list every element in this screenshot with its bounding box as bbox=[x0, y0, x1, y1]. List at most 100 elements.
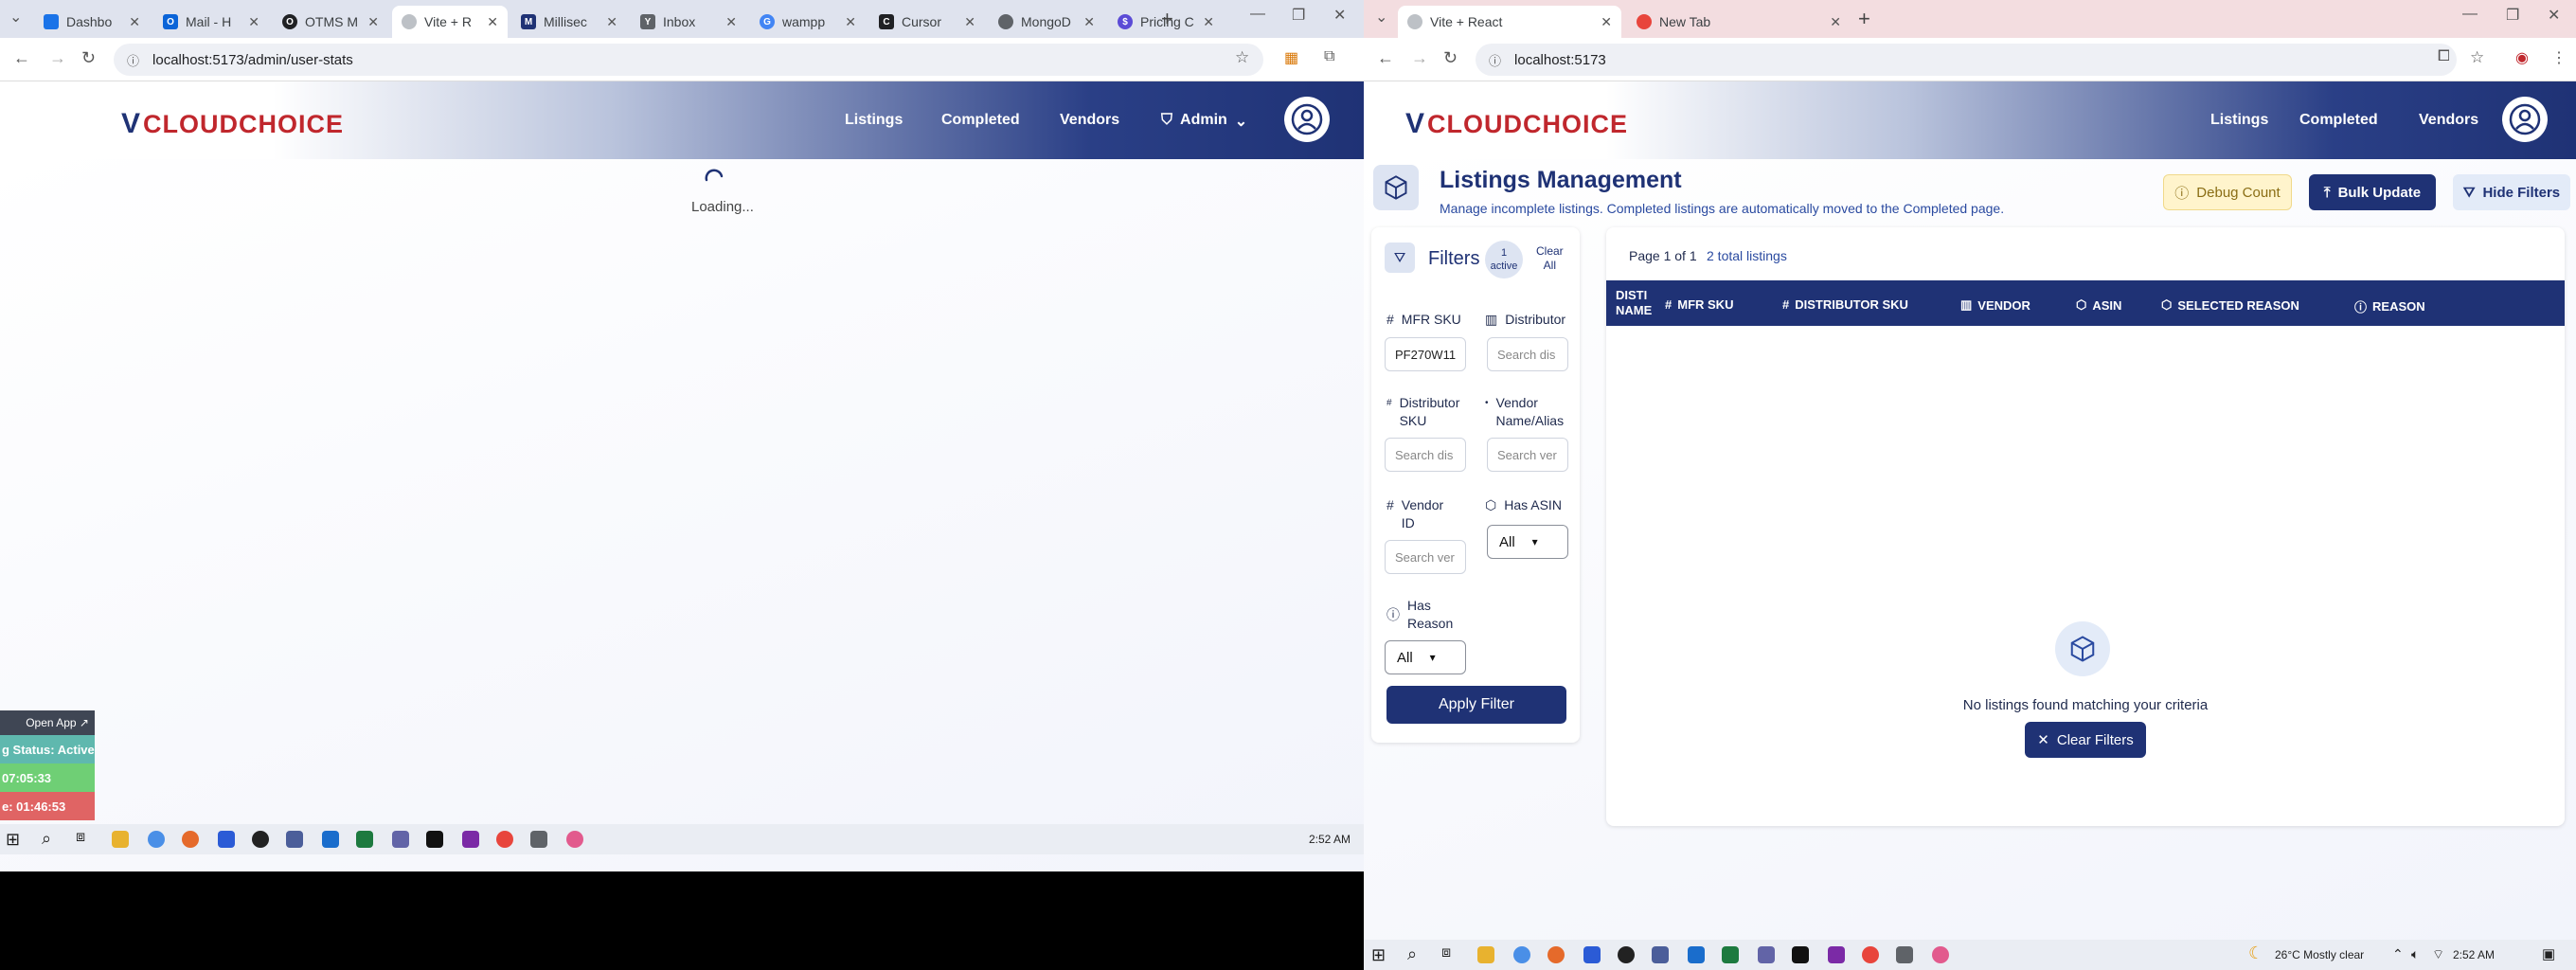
tab-otms[interactable]: O OTMS M ✕ bbox=[273, 6, 388, 38]
close-icon[interactable]: ✕ bbox=[606, 14, 617, 30]
cast-icon[interactable]: ⧠ bbox=[2438, 48, 2450, 65]
nav-completed[interactable]: Completed bbox=[2299, 112, 2378, 129]
close-icon[interactable]: ✕ bbox=[248, 14, 259, 30]
onenote-icon[interactable] bbox=[462, 831, 479, 848]
chrome-2-icon[interactable] bbox=[1862, 946, 1879, 963]
close-icon[interactable]: ✕ bbox=[129, 14, 140, 30]
file-explorer-icon[interactable] bbox=[1477, 946, 1494, 963]
has-asin-select[interactable]: All ▾ bbox=[1487, 525, 1568, 559]
extensions-icon[interactable]: ⧉ bbox=[1324, 48, 1334, 65]
app-blue-icon[interactable] bbox=[1583, 946, 1601, 963]
column-selected-reason[interactable]: ⬡ SELECTED REASON bbox=[2161, 297, 2299, 313]
chrome-icon[interactable] bbox=[148, 831, 165, 848]
app-orange-icon[interactable] bbox=[1547, 946, 1565, 963]
tab-vite-react[interactable]: Vite + React ✕ bbox=[1398, 6, 1621, 38]
url-bar[interactable]: ⓘ localhost:5173/admin/user-stats bbox=[114, 44, 1263, 76]
url-bar[interactable]: ⓘ localhost:5173 bbox=[1476, 44, 2457, 76]
nav-listings[interactable]: Listings bbox=[2210, 112, 2268, 129]
close-icon[interactable]: ✕ bbox=[1601, 14, 1612, 30]
close-icon[interactable]: ✕ bbox=[845, 14, 856, 30]
clear-filters-button[interactable]: ✕ Clear Filters bbox=[2025, 722, 2146, 758]
forward-icon[interactable]: → bbox=[49, 48, 66, 68]
tab-millisec[interactable]: M Millisec ✕ bbox=[511, 6, 627, 38]
column-vendor[interactable]: ▥ VENDOR bbox=[1960, 297, 2030, 313]
column-reason[interactable]: ⓘ REASON bbox=[2354, 297, 2425, 315]
calculator-icon[interactable] bbox=[530, 831, 547, 848]
teams-icon[interactable] bbox=[392, 831, 409, 848]
mfr-sku-input[interactable]: PF270W11 bbox=[1385, 337, 1466, 371]
tab-inbox[interactable]: Y Inbox ✕ bbox=[631, 6, 746, 38]
app-pink-icon[interactable] bbox=[566, 831, 583, 848]
file-explorer-icon[interactable] bbox=[112, 831, 129, 848]
restore-icon[interactable]: ❐ bbox=[1292, 6, 1305, 25]
tab-mongodb[interactable]: MongoD ✕ bbox=[989, 6, 1104, 38]
hide-filters-button[interactable]: ⛛ Hide Filters bbox=[2453, 174, 2570, 210]
app-blue-icon[interactable] bbox=[218, 831, 235, 848]
volume-icon[interactable]: 🔈︎ bbox=[2411, 946, 2419, 962]
extension-grid-icon[interactable]: ▦ bbox=[1284, 48, 1298, 67]
tray-chevron-icon[interactable]: ⌃ bbox=[2392, 946, 2404, 962]
tab-new-tab[interactable]: New Tab ✕ bbox=[1627, 6, 1851, 38]
nav-vendors[interactable]: Vendors bbox=[2419, 112, 2478, 129]
task-view-icon[interactable]: ⧈ bbox=[76, 829, 85, 846]
tab-search-icon[interactable]: ⌄ bbox=[9, 8, 22, 27]
chrome-2-icon[interactable] bbox=[496, 831, 513, 848]
task-view-icon[interactable]: ⧈ bbox=[1441, 944, 1451, 961]
minimize-icon[interactable]: — bbox=[2462, 6, 2478, 23]
notifications-icon[interactable]: ▣ bbox=[2542, 945, 2555, 962]
close-icon[interactable]: ✕ bbox=[964, 14, 975, 30]
nav-admin[interactable]: ⛉ Admin ⌄ bbox=[1161, 112, 1247, 131]
site-info-icon[interactable]: ⓘ bbox=[127, 51, 139, 69]
nav-completed[interactable]: Completed bbox=[941, 112, 1020, 129]
column-mfr-sku[interactable]: # MFR SKU bbox=[1665, 297, 1733, 312]
window-close-icon[interactable]: ✕ bbox=[2548, 6, 2560, 25]
cloudchoice-logo[interactable]: V CLOUDCHOICE bbox=[1405, 108, 1628, 140]
apply-filter-button[interactable]: Apply Filter bbox=[1386, 686, 1566, 724]
column-disti-name[interactable]: DISTI NAME bbox=[1616, 288, 1652, 318]
tab-search-icon[interactable]: ⌄ bbox=[1375, 8, 1387, 27]
app-slate-icon[interactable] bbox=[1652, 946, 1669, 963]
calculator-icon[interactable] bbox=[1896, 946, 1913, 963]
search-icon[interactable]: ⌕ bbox=[42, 829, 51, 849]
site-info-icon[interactable]: ⓘ bbox=[1489, 51, 1501, 69]
clear-all-button[interactable]: Clear All bbox=[1536, 244, 1564, 273]
app-slate-icon[interactable] bbox=[286, 831, 303, 848]
close-icon[interactable]: ✕ bbox=[487, 14, 498, 30]
excel-icon[interactable] bbox=[1722, 946, 1739, 963]
minimize-icon[interactable]: — bbox=[1250, 6, 1265, 23]
user-avatar[interactable] bbox=[1284, 97, 1330, 142]
tab-dashboard[interactable]: Dashbo ✕ bbox=[34, 6, 150, 38]
tab-mail[interactable]: O Mail - H ✕ bbox=[153, 6, 269, 38]
onenote-icon[interactable] bbox=[1828, 946, 1845, 963]
close-icon[interactable]: ✕ bbox=[725, 14, 737, 30]
vscode-icon[interactable] bbox=[322, 831, 339, 848]
restore-icon[interactable]: ❐ bbox=[2506, 6, 2519, 25]
new-tab-icon[interactable]: + bbox=[1161, 7, 1173, 31]
bulk-update-button[interactable]: ⤒ Bulk Update bbox=[2309, 174, 2436, 210]
search-icon[interactable]: ⌕ bbox=[1407, 944, 1417, 964]
vendor-name-input[interactable]: Search ver bbox=[1487, 438, 1568, 472]
column-asin[interactable]: ⬡ ASIN bbox=[2076, 297, 2121, 313]
tab-google[interactable]: Gwampp ✕ bbox=[750, 6, 866, 38]
chrome-icon[interactable] bbox=[1513, 946, 1530, 963]
close-icon[interactable]: ✕ bbox=[1830, 14, 1841, 30]
open-app-button[interactable]: Open App ↗ bbox=[0, 710, 95, 735]
profile-icon[interactable]: ◉ bbox=[2515, 48, 2529, 67]
distributor-sku-input[interactable]: Search dis bbox=[1385, 438, 1466, 472]
vscode-icon[interactable] bbox=[1688, 946, 1705, 963]
windows-start-icon[interactable]: ⊞ bbox=[1371, 945, 1386, 965]
close-icon[interactable]: ✕ bbox=[367, 14, 379, 30]
back-icon[interactable]: ← bbox=[1377, 48, 1394, 68]
terminal-icon[interactable] bbox=[426, 831, 443, 848]
column-distributor-sku[interactable]: # DISTRIBUTOR SKU bbox=[1782, 297, 1908, 312]
nav-listings[interactable]: Listings bbox=[845, 112, 903, 129]
app-dark-icon[interactable] bbox=[252, 831, 269, 848]
excel-icon[interactable] bbox=[356, 831, 373, 848]
tab-cursor[interactable]: C Cursor ✕ bbox=[869, 6, 985, 38]
reload-icon[interactable]: ↻ bbox=[81, 48, 96, 68]
nav-vendors[interactable]: Vendors bbox=[1060, 112, 1119, 129]
distributor-input[interactable]: Search dis bbox=[1487, 337, 1568, 371]
close-icon[interactable]: ✕ bbox=[1203, 14, 1214, 30]
app-orange-icon[interactable] bbox=[182, 831, 199, 848]
app-dark-icon[interactable] bbox=[1618, 946, 1635, 963]
